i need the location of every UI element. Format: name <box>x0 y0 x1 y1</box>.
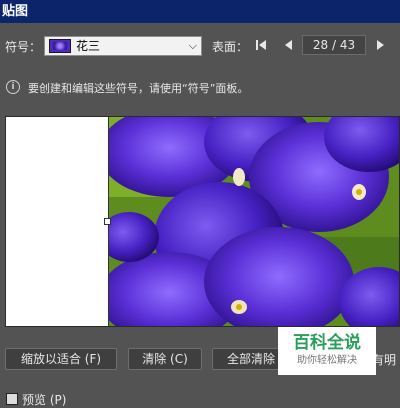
clear-all-button[interactable]: 全部清除 <box>212 348 286 370</box>
flower-image <box>109 117 399 326</box>
window-title: 贴图 <box>0 0 400 23</box>
symbol-selected-value: 花三 <box>76 39 101 53</box>
watermark-logo: 百科全说 助你轻松解决 <box>278 327 376 375</box>
watermark-slogan: 助你轻松解决 <box>297 355 357 366</box>
resize-handle[interactable] <box>104 218 111 225</box>
face-label: 表面： <box>212 40 249 54</box>
prev-page-icon[interactable] <box>282 37 296 53</box>
fit-button[interactable]: 缩放以适合 (F) <box>5 348 117 370</box>
clear-button[interactable]: 清除 (C) <box>128 348 202 370</box>
preview-checkbox[interactable] <box>6 393 18 405</box>
first-page-icon[interactable] <box>254 37 268 53</box>
next-page-icon[interactable] <box>373 37 387 53</box>
page-indicator[interactable]: 28 / 43 <box>302 35 366 55</box>
info-icon: i <box>6 80 20 94</box>
symbol-thumbnail <box>49 39 71 53</box>
symbol-label: 符号： <box>5 40 42 54</box>
symbol-preview[interactable] <box>5 116 400 327</box>
symbol-select[interactable]: 花三 ⌵ <box>44 36 202 56</box>
preview-empty-area <box>6 117 109 326</box>
chevron-down-icon: ⌵ <box>188 39 197 52</box>
watermark-brand: 百科全说 <box>293 333 361 353</box>
info-text: 要创建和编辑这些符号，请使用“符号”面板。 <box>28 82 249 95</box>
